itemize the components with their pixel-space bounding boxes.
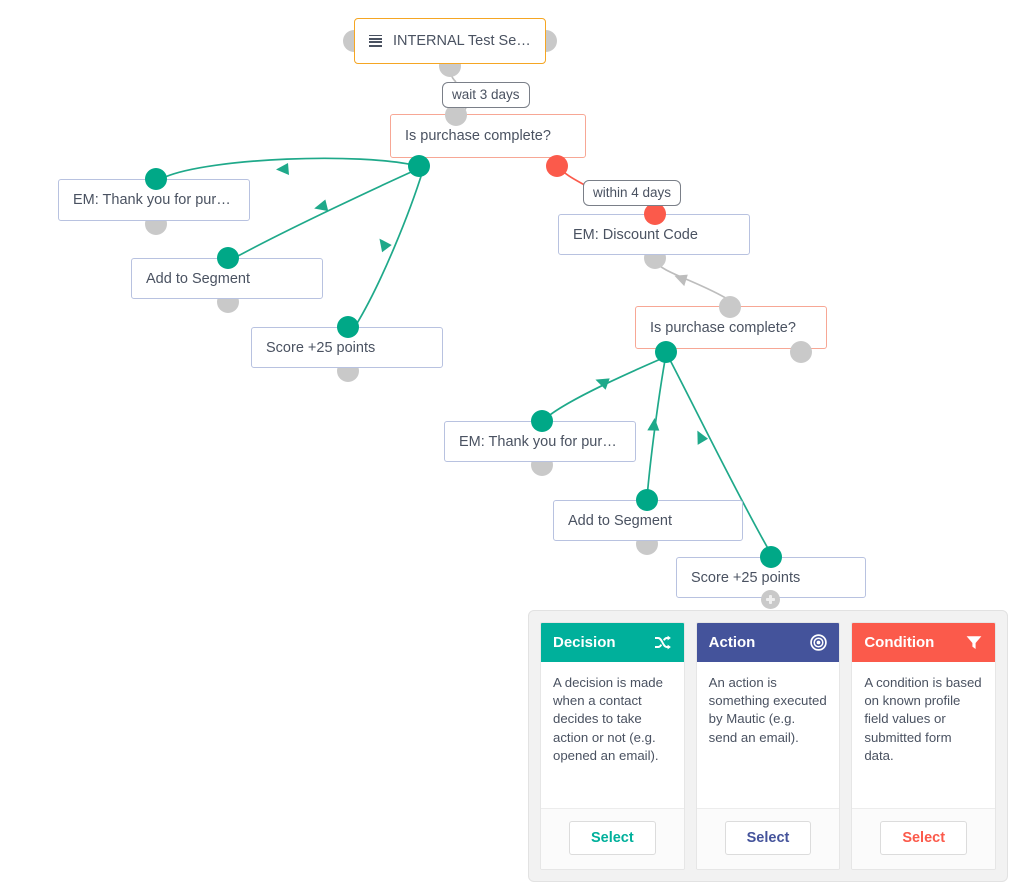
endpoint-score1-top[interactable] xyxy=(337,316,359,338)
endpoint-email2-top[interactable] xyxy=(531,410,553,432)
endpoint-cond1-no[interactable] xyxy=(546,155,568,177)
palette-card-action: Action An action is something executed b… xyxy=(695,622,841,870)
select-condition-button[interactable]: Select xyxy=(880,821,968,855)
endpoint-cond2-top[interactable] xyxy=(719,296,741,318)
palette-card-footer: Select xyxy=(696,808,840,869)
palette-card-decision: Decision A decision is made when a conta… xyxy=(540,622,685,870)
list-icon xyxy=(369,34,382,48)
endpoint-score2-top[interactable] xyxy=(760,546,782,568)
target-icon xyxy=(809,633,827,651)
palette-card-header: Condition xyxy=(852,623,996,662)
palette-card-condition: Condition A condition is based on known … xyxy=(851,622,997,870)
palette-card-footer: Select xyxy=(852,808,996,869)
endpoint-discount-top[interactable] xyxy=(644,203,666,225)
edge-label-within[interactable]: within 4 days xyxy=(583,180,682,206)
node-label: Is purchase complete? xyxy=(650,319,796,336)
select-action-button[interactable]: Select xyxy=(724,821,812,855)
endpoint-email1-top[interactable] xyxy=(145,168,167,190)
node-label: EM: Thank you for purcha... xyxy=(73,192,235,208)
palette-card-description: A condition is based on known profile fi… xyxy=(864,675,982,763)
endpoint-cond1-yes[interactable] xyxy=(408,155,430,177)
endpoint-segment1-top[interactable] xyxy=(217,247,239,269)
node-label: INTERNAL Test Segme... xyxy=(393,33,531,49)
palette-card-title: Action xyxy=(708,633,756,651)
select-decision-button[interactable]: Select xyxy=(568,821,656,855)
campaign-builder-canvas[interactable]: INTERNAL Test Segme... Is purchase compl… xyxy=(0,0,1024,889)
node-label: EM: Discount Code xyxy=(573,226,698,243)
palette-card-footer: Select xyxy=(541,808,684,869)
palette-card-header: Decision xyxy=(541,623,684,662)
node-label: Score +25 points xyxy=(691,569,801,586)
endpoint-segment2-top[interactable] xyxy=(636,489,658,511)
palette-card-description: A decision is made when a contact decide… xyxy=(553,675,663,763)
node-label: EM: Thank you for purcha... xyxy=(459,433,621,450)
node-label: Score +25 points xyxy=(266,339,376,356)
node-label: Add to Segment xyxy=(568,512,672,529)
node-label: Add to Segment xyxy=(146,270,250,287)
edge-label-wait[interactable]: wait 3 days xyxy=(442,82,530,108)
palette-card-header: Action xyxy=(696,623,840,662)
endpoint-cond2-yes[interactable] xyxy=(655,341,677,363)
shuffle-icon xyxy=(654,633,672,651)
endpoint-cond2-no[interactable] xyxy=(790,341,812,363)
palette-card-title: Condition xyxy=(864,633,935,651)
add-node-button[interactable] xyxy=(761,590,780,609)
node-label: Is purchase complete? xyxy=(405,128,551,144)
filter-icon xyxy=(965,633,983,651)
palette-card-title: Decision xyxy=(553,633,616,651)
palette-card-description: An action is something executed by Mauti… xyxy=(708,675,827,745)
node-type-palette: Decision A decision is made when a conta… xyxy=(528,610,1008,882)
campaign-node-decision-1[interactable]: Is purchase complete? xyxy=(390,114,586,158)
campaign-node-source[interactable]: INTERNAL Test Segme... xyxy=(354,18,546,64)
